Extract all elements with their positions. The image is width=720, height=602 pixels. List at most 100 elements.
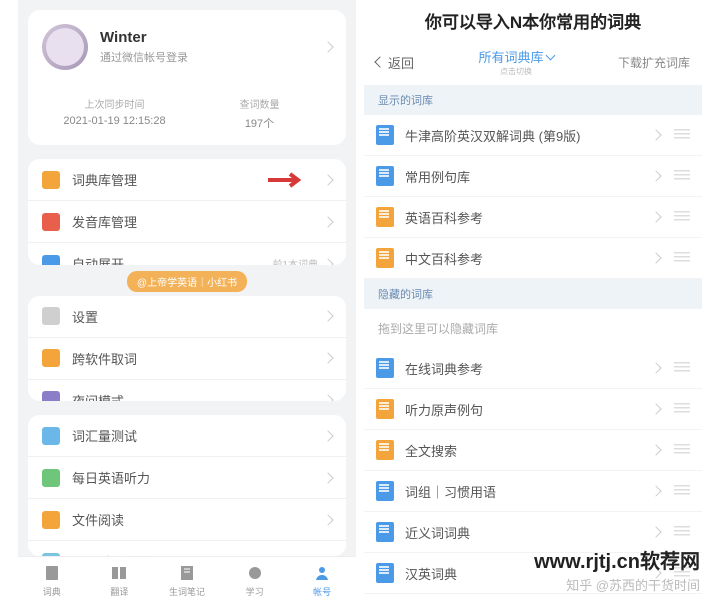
- nav-icon: [177, 563, 197, 583]
- nav-item[interactable]: 词典: [18, 563, 86, 598]
- chevron-right-icon[interactable]: [650, 170, 661, 181]
- menu-item[interactable]: 设置: [28, 296, 346, 338]
- menu-item[interactable]: 自动展开 前1本词典: [28, 243, 346, 265]
- group-tools: 词汇量测试 每日英语听力 文件阅读 WiFi 文件传输: [28, 415, 346, 556]
- drag-handle-icon[interactable]: [674, 252, 690, 264]
- menu-item[interactable]: 每日英语听力: [28, 457, 346, 499]
- chevron-right-icon[interactable]: [650, 211, 661, 222]
- nav-label: 生词笔记: [153, 585, 221, 598]
- chevron-right-icon[interactable]: [650, 252, 661, 263]
- drag-handle-icon[interactable]: [674, 403, 690, 415]
- group-dictionary: 词典库管理 发音库管理 自动展开 前1本词典: [28, 159, 346, 265]
- right-panel: 你可以导入N本你常用的词典 返回 所有词典库 点击切换 下载扩充词库 显示的词库…: [364, 0, 702, 602]
- menu-icon: [42, 511, 60, 529]
- dict-item[interactable]: 词组｜习惯用语: [364, 471, 702, 512]
- book-icon: [376, 399, 394, 419]
- book-icon: [376, 125, 394, 145]
- profile-name: Winter: [100, 29, 312, 46]
- drag-handle-icon[interactable]: [674, 444, 690, 456]
- drag-handle-icon[interactable]: [674, 362, 690, 374]
- lookup-count-label: 查词数量: [187, 96, 332, 111]
- overlay-zhihu: 知乎 @苏西的干货时间: [566, 575, 700, 594]
- drag-handle-icon[interactable]: [674, 526, 690, 538]
- menu-icon: [42, 171, 60, 189]
- dict-label: 在线词典参考: [405, 359, 652, 378]
- dict-item[interactable]: 听力原声例句: [364, 389, 702, 430]
- chevron-right-icon: [322, 41, 333, 52]
- hidden-hint: 拖到这里可以隐藏词库: [364, 309, 702, 348]
- menu-label: 夜间模式: [72, 391, 324, 402]
- chevron-right-icon: [322, 216, 333, 227]
- last-sync-value: 2021-01-19 12:15:28: [42, 115, 187, 127]
- dict-label: 词组｜习惯用语: [405, 482, 652, 501]
- menu-extra: 前1本词典: [272, 256, 318, 265]
- chevron-right-icon[interactable]: [650, 444, 661, 455]
- chevron-right-icon[interactable]: [650, 362, 661, 373]
- menu-item[interactable]: 词典库管理: [28, 159, 346, 201]
- menu-icon: [42, 307, 60, 325]
- book-icon: [376, 358, 394, 378]
- annotation-arrow: [268, 172, 308, 188]
- chevron-right-icon: [322, 352, 333, 363]
- library-selector[interactable]: 所有词典库: [478, 47, 553, 66]
- profile-section[interactable]: Winter 通过微信帐号登录 上次同步时间 2021-01-19 12:15:…: [28, 10, 346, 145]
- menu-icon: [42, 553, 60, 556]
- nav-item[interactable]: 帐号: [288, 563, 356, 598]
- chevron-right-icon: [322, 394, 333, 401]
- page-title: 你可以导入N本你常用的词典: [364, 0, 702, 41]
- chevron-right-icon[interactable]: [650, 129, 661, 140]
- dict-label: 全文搜索: [405, 441, 652, 460]
- dict-item[interactable]: 英语百科参考: [364, 197, 702, 238]
- nav-label: 翻译: [86, 585, 154, 598]
- book-icon: [376, 563, 394, 583]
- profile-login-method: 通过微信帐号登录: [100, 49, 312, 65]
- chevron-right-icon[interactable]: [650, 526, 661, 537]
- dict-item[interactable]: 中文百科参考: [364, 238, 702, 279]
- drag-handle-icon[interactable]: [674, 170, 690, 182]
- menu-item[interactable]: 跨软件取词: [28, 338, 346, 380]
- chevron-right-icon: [322, 174, 333, 185]
- watermark-badge: @上帝学英语｜小红书: [127, 271, 247, 292]
- chevron-right-icon[interactable]: [650, 403, 661, 414]
- chevron-right-icon: [322, 430, 333, 441]
- menu-item[interactable]: WiFi 文件传输: [28, 541, 346, 556]
- dict-item[interactable]: 英英词典: [364, 594, 702, 602]
- chevron-right-icon: [322, 472, 333, 483]
- menu-item[interactable]: 夜间模式: [28, 380, 346, 402]
- avatar[interactable]: [42, 24, 88, 70]
- dict-item[interactable]: 常用例句库: [364, 156, 702, 197]
- menu-item[interactable]: 文件阅读: [28, 499, 346, 541]
- group-settings: 设置 跨软件取词 夜间模式: [28, 296, 346, 402]
- download-button[interactable]: 下载扩充词库: [618, 54, 690, 71]
- menu-item[interactable]: 发音库管理: [28, 201, 346, 243]
- last-sync-label: 上次同步时间: [42, 96, 187, 111]
- dict-label: 英语百科参考: [405, 208, 652, 227]
- book-icon: [376, 522, 394, 542]
- selector-hint: 点击切换: [478, 66, 553, 77]
- dict-item[interactable]: 在线词典参考: [364, 348, 702, 389]
- menu-item[interactable]: 词汇量测试: [28, 415, 346, 457]
- drag-handle-icon[interactable]: [674, 211, 690, 223]
- nav-label: 学习: [221, 585, 289, 598]
- chevron-right-icon[interactable]: [650, 485, 661, 496]
- dict-item[interactable]: 全文搜索: [364, 430, 702, 471]
- nav-item[interactable]: 学习: [221, 563, 289, 598]
- back-button[interactable]: 返回: [376, 53, 414, 72]
- left-panel: Winter 通过微信帐号登录 上次同步时间 2021-01-19 12:15:…: [18, 0, 356, 602]
- nav-item[interactable]: 翻译: [86, 563, 154, 598]
- menu-label: WiFi 文件传输: [72, 552, 324, 556]
- drag-handle-icon[interactable]: [674, 129, 690, 141]
- menu-label: 文件阅读: [72, 510, 324, 529]
- menu-icon: [42, 255, 60, 265]
- dict-item[interactable]: 牛津高阶英汉双解词典 (第9版): [364, 115, 702, 156]
- menu-label: 发音库管理: [72, 212, 324, 231]
- chevron-right-icon: [322, 258, 333, 265]
- book-icon: [376, 166, 394, 186]
- nav-item[interactable]: 生词笔记: [153, 563, 221, 598]
- drag-handle-icon[interactable]: [674, 485, 690, 497]
- book-icon: [376, 207, 394, 227]
- menu-icon: [42, 213, 60, 231]
- overlay-url: www.rjtj.cn软荐网: [534, 545, 700, 574]
- menu-icon: [42, 349, 60, 367]
- lookup-count-value: 197个: [187, 115, 332, 131]
